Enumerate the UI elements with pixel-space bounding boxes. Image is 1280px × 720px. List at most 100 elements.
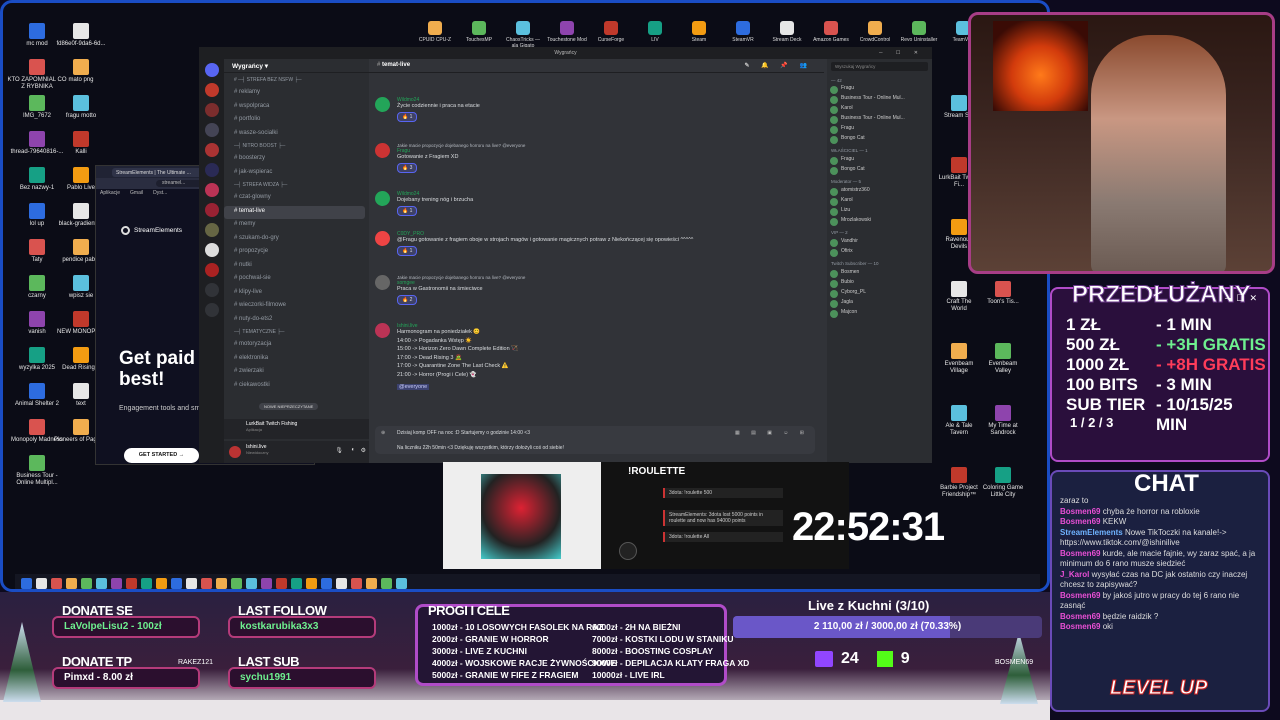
chat-message[interactable]: Wildmo24 Dojebany trening nóg i brzucha 🔥 …: [375, 191, 815, 216]
taskbar-app-icon[interactable]: [246, 577, 257, 589]
member-item[interactable]: Bosmen: [827, 269, 932, 279]
channel-category[interactable]: ─┤ STREFA WIDZA ├─: [224, 180, 369, 192]
bookmark[interactable]: Dyst...: [153, 190, 167, 196]
channel-category[interactable]: # ─┤ STREFA BEZ NSFW ├─: [224, 75, 369, 87]
member-item[interactable]: Fragu: [827, 125, 932, 135]
member-item[interactable]: Jagla: [827, 299, 932, 309]
taskbar-app-icon[interactable]: [306, 577, 317, 589]
server-icon[interactable]: [204, 83, 219, 97]
avatar[interactable]: [375, 191, 390, 206]
desktop-icon[interactable]: Craft The World: [938, 281, 980, 313]
channel-item[interactable]: # propozycje: [224, 246, 369, 260]
member-item[interactable]: Fragu: [827, 156, 932, 166]
channel-item[interactable]: # memy: [224, 219, 369, 233]
desktop-icon[interactable]: CPUID CPU-Z: [415, 21, 455, 43]
taskbar-app-icon[interactable]: [366, 577, 377, 589]
avatar[interactable]: [375, 275, 390, 290]
taskbar-app-icon[interactable]: [276, 577, 287, 589]
avatar[interactable]: [229, 446, 241, 458]
browser-tab[interactable]: StreamElements | The Ultimate ...: [112, 168, 202, 177]
desktop-icon[interactable]: Touchestone Mod: [547, 21, 587, 43]
taskbar-app-icon[interactable]: [141, 577, 152, 589]
channel-item[interactable]: # pochwal-sie: [224, 273, 369, 287]
chat-message[interactable]: C0DY_PRO @Fragu gotowanie z fragiem obojе…: [375, 231, 815, 256]
taskbar-app-icon[interactable]: [291, 577, 302, 589]
desktop-icon[interactable]: Ale & Tale Tavern: [938, 405, 980, 437]
chat-message[interactable]: Jakie macie propozycje dojebanego horror…: [375, 275, 815, 305]
channel-item[interactable]: # jak-wspierac: [224, 167, 369, 181]
channel-category[interactable]: ─┤ TEMATYCZNE ├─: [224, 327, 369, 339]
reaction[interactable]: 🔥 3: [397, 163, 418, 173]
new-unread-pill[interactable]: NOWE NIEPRZECZYTANE: [259, 403, 319, 410]
channel-item[interactable]: # wspolpraca: [224, 101, 369, 115]
add-server-icon[interactable]: [204, 283, 219, 297]
member-item[interactable]: Karol: [827, 105, 932, 115]
channel-item[interactable]: # zwierzaki: [224, 366, 369, 380]
member-item[interactable]: Bubio: [827, 279, 932, 289]
desktop-icon[interactable]: Barbie Project Friendship™: [938, 467, 980, 499]
channel-item[interactable]: # portfolio: [224, 114, 369, 128]
taskbar-app-icon[interactable]: [231, 577, 242, 589]
member-item[interactable]: Bongo Cat: [827, 166, 932, 176]
message-composer[interactable]: ⊕ Dzisiaj komp OFF na noc :D Startujemy …: [375, 426, 815, 454]
member-item[interactable]: Vandhir: [827, 238, 932, 248]
desktop-icon[interactable]: Evenbeam Village: [938, 343, 980, 375]
server-icon[interactable]: [204, 143, 219, 157]
taskbar-app-icon[interactable]: [66, 577, 77, 589]
bookmark[interactable]: Gmail: [130, 190, 143, 196]
window-controls[interactable]: ─ ☐ ✕: [879, 47, 924, 59]
taskbar-app-icon[interactable]: [336, 577, 347, 589]
taskbar-app-icon[interactable]: [81, 577, 92, 589]
desktop-icon[interactable]: TouchesMP: [459, 21, 499, 43]
desktop-icon[interactable]: Kalli: [51, 131, 111, 156]
channel-item[interactable]: # czat-glowny: [224, 192, 369, 206]
composer-tool-icons[interactable]: ▦ ▤ ▣ ☺ ⊞: [735, 430, 809, 436]
channel-item[interactable]: # nutki: [224, 260, 369, 274]
desktop-icon[interactable]: CrowdControl: [855, 21, 895, 43]
member-item[interactable]: atomistrz360: [827, 187, 932, 197]
desktop-icon[interactable]: SteamVR: [723, 21, 763, 43]
server-icon[interactable]: [204, 103, 219, 117]
desktop-icon[interactable]: Steam: [679, 21, 719, 43]
reaction[interactable]: 🔥 1: [397, 246, 418, 256]
explore-icon[interactable]: [204, 303, 219, 317]
server-icon[interactable]: [204, 123, 219, 137]
chat-message[interactable]: Jakie macie propozycje dojebanego horror…: [375, 143, 815, 173]
member-item[interactable]: Karol: [827, 197, 932, 207]
taskbar-app-icon[interactable]: [381, 577, 392, 589]
desktop-icon[interactable]: fragu motto: [51, 95, 111, 120]
channel-item[interactable]: # temat-live: [224, 205, 365, 219]
member-item[interactable]: Majcon: [827, 309, 932, 319]
taskbar-app-icon[interactable]: [351, 577, 362, 589]
avatar[interactable]: [375, 97, 390, 112]
desktop-icon[interactable]: Toon's Tis...: [982, 281, 1024, 306]
headphones-icon[interactable]: ◐: [351, 447, 355, 453]
server-icon[interactable]: [204, 203, 219, 217]
header-tool-icons[interactable]: ✎ 🔔 📌 👥: [745, 62, 812, 69]
server-icon[interactable]: [204, 163, 219, 177]
mention[interactable]: @everyone: [397, 383, 430, 390]
desktop-icon[interactable]: Stream Deck: [767, 21, 807, 43]
desktop-icon[interactable]: Amazon Games: [811, 21, 851, 43]
chat-message[interactable]: Wildmo24 Życie codziennie i praca na etac…: [375, 97, 815, 122]
avatar[interactable]: [375, 323, 390, 338]
desktop-icon[interactable]: Revo Uninstaller: [899, 21, 939, 43]
desktop-icon[interactable]: fd86e0f-9da6-6d...: [51, 23, 111, 48]
desktop-icon[interactable]: My Time at Sandrock: [982, 405, 1024, 437]
avatar[interactable]: [375, 143, 390, 158]
taskbar-app-icon[interactable]: [21, 577, 32, 589]
reaction[interactable]: 🔥 1: [397, 206, 418, 216]
mic-icon[interactable]: 🎙: [335, 447, 343, 454]
chat-message[interactable]: Ishini.live Harmonogram na poniedziałek 😊…: [375, 323, 815, 390]
channel-item[interactable]: # nuty-do-ets2: [224, 314, 369, 328]
channel-item[interactable]: # waszе-socialki: [224, 128, 369, 142]
desktop-icon[interactable]: CurseForge: [591, 21, 631, 43]
desktop-icon[interactable]: Evenbeam Valley: [982, 343, 1024, 375]
channel-item[interactable]: # elektronika: [224, 353, 369, 367]
search-input[interactable]: Wyszukaj Wygrańcy: [831, 62, 928, 71]
server-icon[interactable]: [204, 223, 219, 237]
taskbar-app-icon[interactable]: [156, 577, 167, 589]
desktop-icon[interactable]: Business Tour - Online Multipl...: [7, 455, 67, 487]
taskbar-app-icon[interactable]: [126, 577, 137, 589]
server-icon[interactable]: [204, 263, 219, 277]
